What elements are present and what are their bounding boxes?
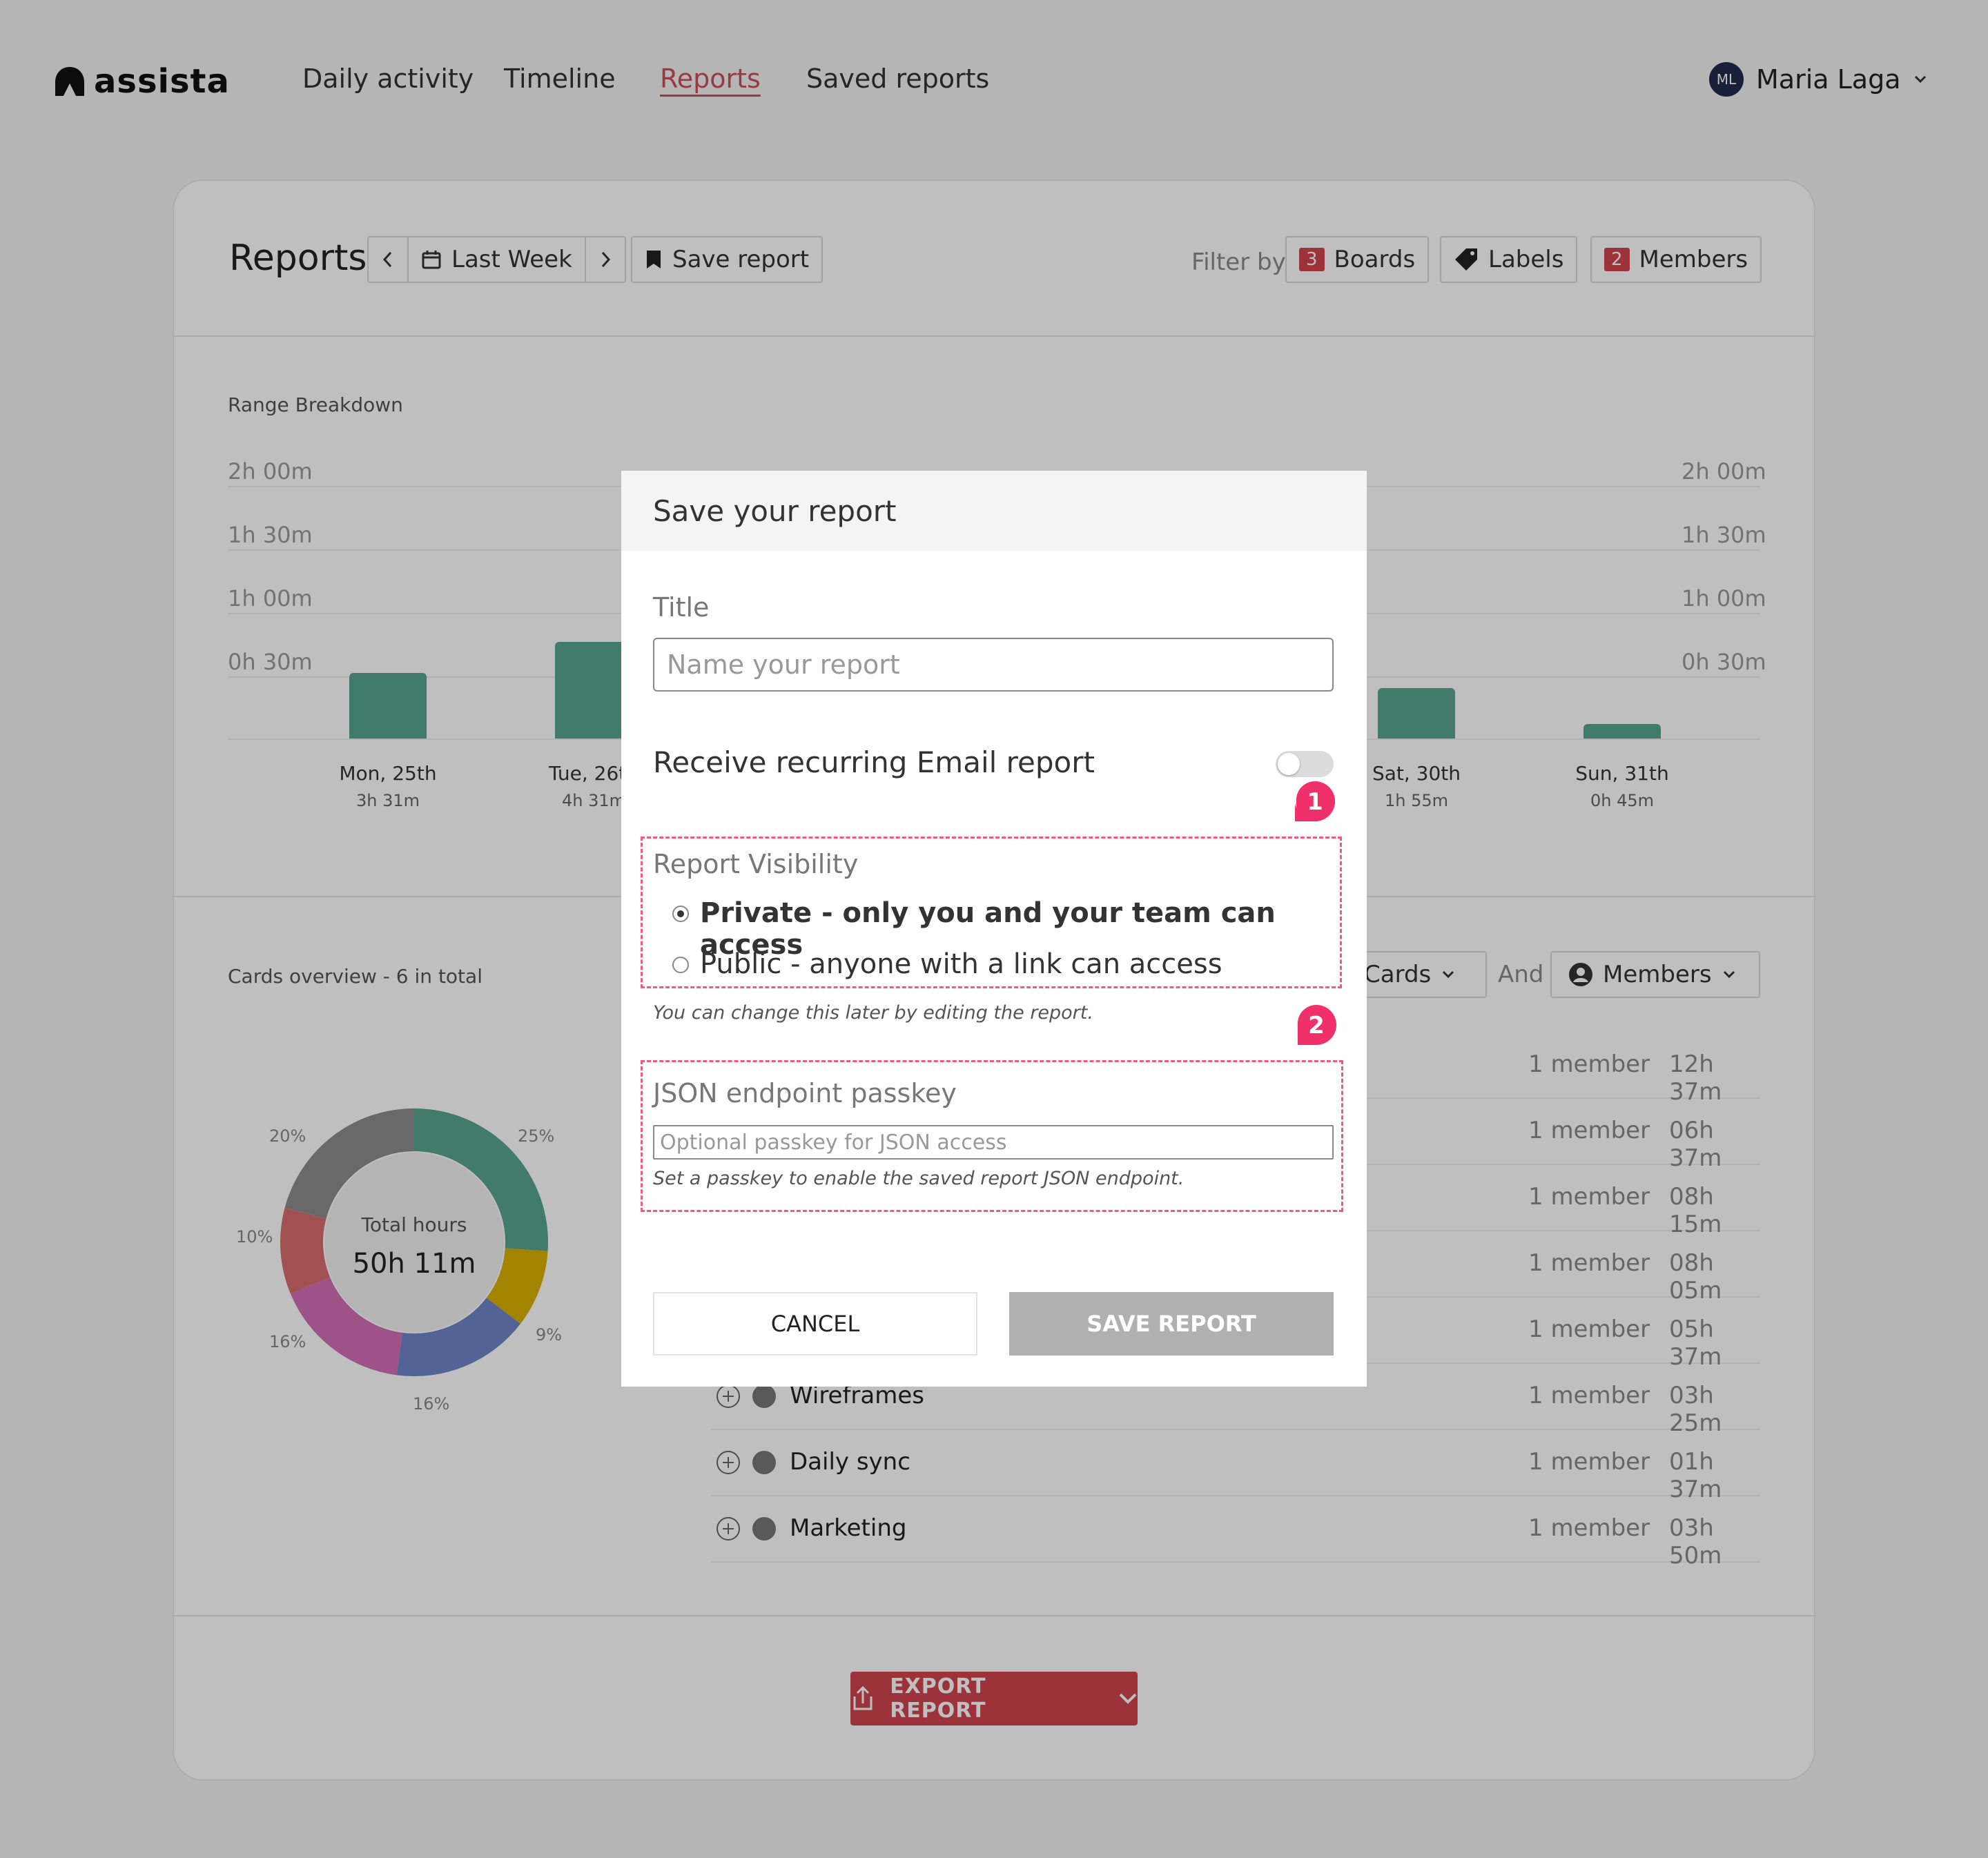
title-field-label: Title <box>653 592 710 623</box>
recurring-email-toggle[interactable] <box>1276 751 1334 777</box>
annotation-number: 2 <box>1308 1012 1325 1039</box>
passkey-label: JSON endpoint passkey <box>653 1078 957 1108</box>
passkey-input[interactable] <box>653 1125 1334 1160</box>
recurring-email-label: Receive recurring Email report <box>653 745 1095 779</box>
cancel-button[interactable]: CANCEL <box>653 1292 977 1356</box>
toggle-knob <box>1278 753 1300 775</box>
modal-header: Save your report <box>621 471 1367 551</box>
passkey-hint: Set a passkey to enable the saved report… <box>653 1168 1185 1189</box>
private-radio[interactable] <box>672 906 689 922</box>
report-title-input[interactable] <box>653 638 1334 692</box>
annotation-number: 1 <box>1307 788 1323 816</box>
visibility-hint: You can change this later by editing the… <box>653 1002 1093 1024</box>
modal-title: Save your report <box>653 494 897 528</box>
public-option-label[interactable]: Public - anyone with a link can access <box>700 948 1222 980</box>
visibility-label: Report Visibility <box>653 849 859 879</box>
save-report-modal: Save your report Title Receive recurring… <box>621 471 1367 1387</box>
public-radio[interactable] <box>672 957 689 973</box>
save-report-submit-button[interactable]: SAVE REPORT <box>1009 1292 1334 1356</box>
